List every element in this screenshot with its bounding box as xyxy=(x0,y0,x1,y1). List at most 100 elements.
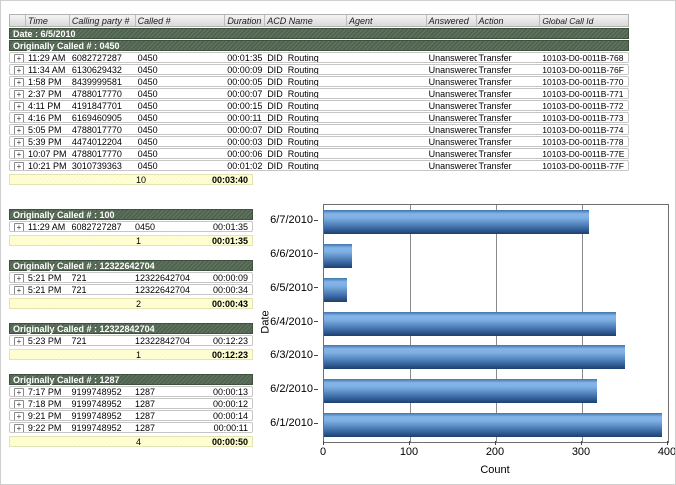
y-tick-label: 6/1/2010 xyxy=(256,417,318,431)
cell-called-number: 0450 xyxy=(136,161,226,170)
cell-global-call-id: 10103-D0-0011B-772 xyxy=(540,101,628,110)
table-row: +9:22 PM9199748952128700:00:11 xyxy=(9,422,253,433)
group-summary-row: 100:01:35 xyxy=(9,235,253,246)
originally-called-band: Originally Called # : 12322642704 xyxy=(9,260,253,271)
cell-called-number: 12322642704 xyxy=(133,285,208,294)
x-axis-tick xyxy=(581,441,582,445)
originally-called-band: Originally Called # : 12322842704 xyxy=(9,323,253,334)
column-header-agent[interactable]: Agent xyxy=(347,15,427,26)
column-header-expand[interactable] xyxy=(10,15,26,26)
cell-agent xyxy=(347,125,427,134)
column-header-duration[interactable]: Duration xyxy=(225,15,265,26)
expand-row-button[interactable]: + xyxy=(14,114,24,122)
expand-row-button[interactable]: + xyxy=(14,424,24,432)
cell-time: 5:21 PM xyxy=(26,273,70,282)
cell-acd-name: DID_Routing xyxy=(265,53,347,62)
column-header-calling-party[interactable]: Calling party # xyxy=(70,15,136,26)
chart-x-axis-title: Count xyxy=(323,464,667,476)
expand-row-button[interactable]: + xyxy=(14,138,24,146)
cell-global-call-id: 10103-D0-0011B-770 xyxy=(540,77,628,86)
column-header-answered[interactable]: Answered xyxy=(427,15,477,26)
expand-row-button[interactable]: + xyxy=(14,150,24,158)
expand-cell: + xyxy=(10,285,26,294)
expand-row-button[interactable]: + xyxy=(14,66,24,74)
cell-agent xyxy=(347,161,427,170)
table-row: +5:39 PM4474012204045000:00:03DID_Routin… xyxy=(9,136,629,147)
cell-answered: Unanswered xyxy=(427,161,477,170)
group-summary-row: 100:12:23 xyxy=(9,349,253,360)
expand-cell: + xyxy=(10,336,26,345)
column-header-time[interactable]: Time xyxy=(26,15,70,26)
expand-row-button[interactable]: + xyxy=(14,90,24,98)
cell-called-number: 0450 xyxy=(136,77,226,86)
summary-call-count: 10 xyxy=(134,175,196,184)
cell-duration: 00:12:23 xyxy=(208,336,252,345)
expand-cell: + xyxy=(10,125,26,134)
table-row: +10:21 PM3010739363045000:01:02DID_Routi… xyxy=(9,160,629,171)
bar-6-5-2010 xyxy=(324,278,347,302)
cell-time: 11:29 AM xyxy=(26,53,70,62)
cell-acd-name: DID_Routing xyxy=(265,113,347,122)
cell-called-number: 0450 xyxy=(136,65,226,74)
cell-time: 9:21 PM xyxy=(26,411,70,420)
expand-cell: + xyxy=(10,273,26,282)
cell-global-call-id: 10103-D0-0011B-76F xyxy=(540,65,628,74)
column-header-called[interactable]: Called # xyxy=(136,15,226,26)
expand-row-button[interactable]: + xyxy=(14,286,24,294)
cell-acd-name: DID_Routing xyxy=(265,89,347,98)
expand-row-button[interactable]: + xyxy=(14,337,24,345)
summary-spacer xyxy=(10,437,134,446)
expand-row-button[interactable]: + xyxy=(14,126,24,134)
call-detail-table: TimeCalling party #Called #DurationACD N… xyxy=(9,14,629,185)
cell-action: Transfer xyxy=(477,65,541,74)
cell-time: 5:23 PM xyxy=(26,336,70,345)
table-row: +11:29 AM6082727287045000:01:35DID_Routi… xyxy=(9,52,629,63)
expand-row-button[interactable]: + xyxy=(14,54,24,62)
group-summary-row: 1000:03:40 xyxy=(9,174,253,185)
expand-cell: + xyxy=(10,53,26,62)
cell-called-number: 0450 xyxy=(136,137,226,146)
cell-answered: Unanswered xyxy=(427,113,477,122)
x-tick-label: 400 xyxy=(649,446,676,458)
expand-row-button[interactable]: + xyxy=(14,102,24,110)
cell-global-call-id: 10103-D0-0011B-774 xyxy=(540,125,628,134)
cell-duration: 00:00:12 xyxy=(208,399,252,408)
cell-calling-party: 4191847701 xyxy=(70,101,136,110)
group-summary-row: 400:00:50 xyxy=(9,436,253,447)
cell-time: 11:34 AM xyxy=(26,65,70,74)
cell-acd-name: DID_Routing xyxy=(265,65,347,74)
cell-called-number: 1287 xyxy=(133,423,208,432)
cell-calling-party: 6082727287 xyxy=(70,53,136,62)
cell-duration: 00:01:35 xyxy=(208,222,252,231)
cell-duration: 00:01:35 xyxy=(225,53,265,62)
column-header-acd-name[interactable]: ACD Name xyxy=(265,15,347,26)
cell-acd-name: DID_Routing xyxy=(265,149,347,158)
expand-row-button[interactable]: + xyxy=(14,388,24,396)
column-header-action[interactable]: Action xyxy=(477,15,541,26)
expand-cell: + xyxy=(10,161,26,170)
date-group-band: Date : 6/5/2010 xyxy=(9,28,629,39)
expand-row-button[interactable]: + xyxy=(14,274,24,282)
expand-cell: + xyxy=(10,101,26,110)
cell-calling-party: 9199748952 xyxy=(70,411,133,420)
x-axis-tick xyxy=(323,441,324,445)
expand-row-button[interactable]: + xyxy=(14,412,24,420)
expand-row-button[interactable]: + xyxy=(14,223,24,231)
column-header-global-call-id[interactable]: Global Call Id xyxy=(540,15,628,26)
cell-time: 10:21 PM xyxy=(26,161,70,170)
summary-spacer xyxy=(10,175,134,184)
cell-action: Transfer xyxy=(477,89,541,98)
cell-acd-name: DID_Routing xyxy=(265,101,347,110)
expand-row-button[interactable]: + xyxy=(14,78,24,86)
y-tick-label: 6/3/2010 xyxy=(256,349,318,363)
bar-6-2-2010 xyxy=(324,379,597,403)
expand-cell: + xyxy=(10,387,26,396)
cell-answered: Unanswered xyxy=(427,101,477,110)
expand-row-button[interactable]: + xyxy=(14,162,24,170)
cell-calling-party: 721 xyxy=(70,336,133,345)
cell-global-call-id: 10103-D0-0011B-77F xyxy=(540,161,628,170)
cell-called-number: 0450 xyxy=(136,53,226,62)
y-tick-label: 6/6/2010 xyxy=(256,248,318,262)
expand-row-button[interactable]: + xyxy=(14,400,24,408)
cell-acd-name: DID_Routing xyxy=(265,77,347,86)
